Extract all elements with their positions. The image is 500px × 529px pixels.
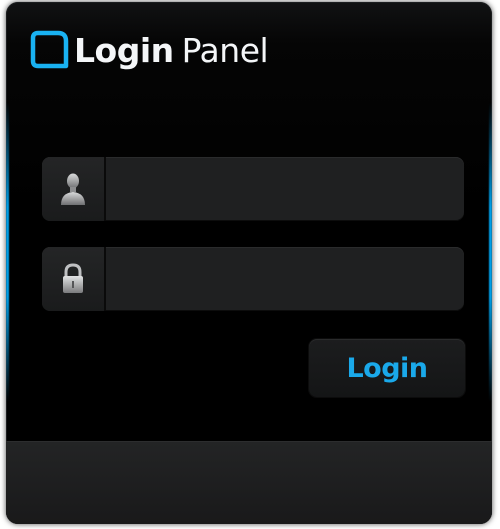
username-input[interactable] <box>106 157 456 221</box>
password-input[interactable] <box>106 247 456 311</box>
right-edge-glow <box>489 102 492 402</box>
left-edge-glow <box>6 102 9 402</box>
panel-footer <box>6 441 492 524</box>
rounded-square-logo-icon <box>30 30 69 69</box>
username-icon-cell <box>42 157 106 221</box>
title-light-text: Panel <box>181 30 269 70</box>
panel-header: Login Panel <box>30 26 269 74</box>
user-icon <box>61 173 85 205</box>
login-panel: Login Panel Login <box>6 2 492 524</box>
password-icon-cell <box>42 247 106 311</box>
username-field[interactable] <box>42 157 464 221</box>
login-button[interactable]: Login <box>309 339 465 397</box>
title-bold-text: Login <box>74 30 174 70</box>
password-field[interactable] <box>42 247 464 311</box>
lock-icon <box>63 263 83 293</box>
panel-title: Login Panel <box>74 30 269 70</box>
